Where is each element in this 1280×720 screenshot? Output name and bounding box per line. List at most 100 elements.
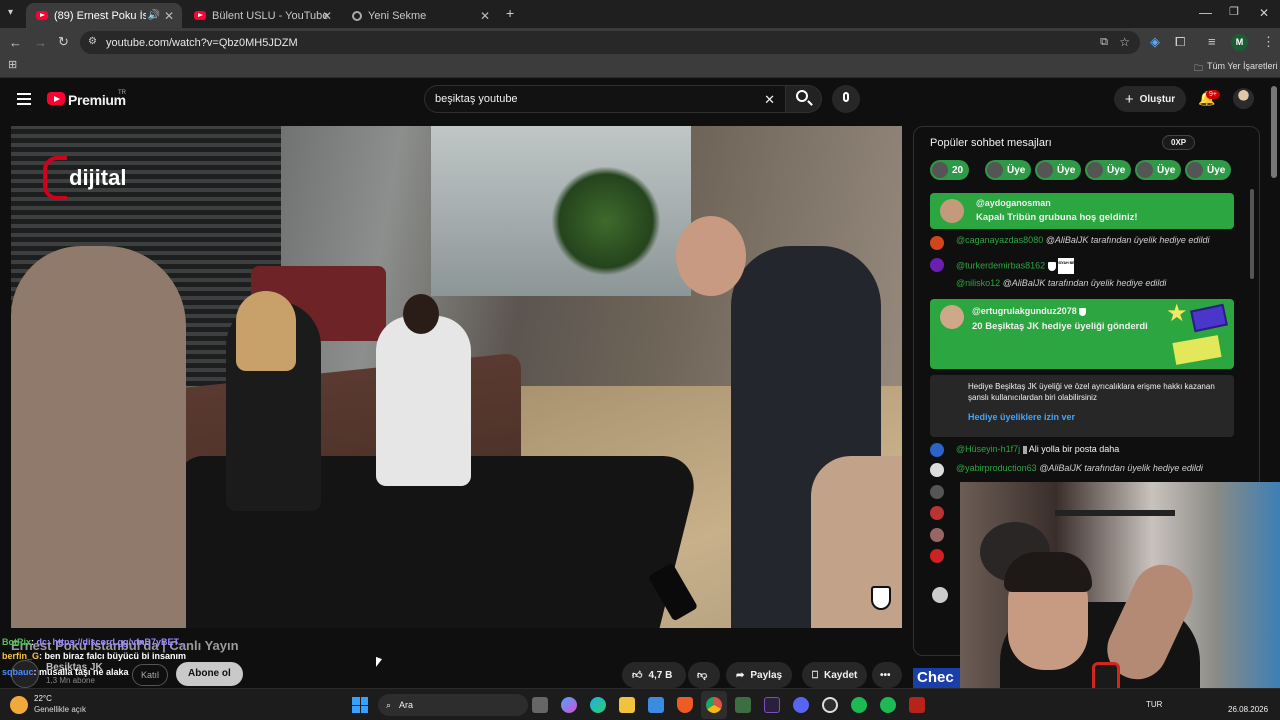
microphone-icon [843,92,849,102]
chat-chip[interactable]: Üye [985,160,1032,180]
chip-label: 20 [952,164,964,176]
close-window-icon[interactable]: ✕ [1259,7,1269,19]
close-tab-icon[interactable]: ✕ [322,9,332,23]
extensions-puzzle-icon[interactable]: ⧠ [1175,35,1185,48]
weather-temperature[interactable]: 22°C [34,694,52,703]
video-person-player [376,316,471,486]
steam-icon[interactable] [822,697,838,713]
chat-message: @yabirproduction63 @AliBalJK tarafından … [956,463,1203,473]
speaker-icon[interactable]: 🔊 [148,10,160,21]
new-tab-icon[interactable]: + [506,6,514,20]
address-bar[interactable]: ⚙ youtube.com/watch?v=Qbz0MH5JDZM ⧉ ☆ [80,31,1140,54]
app-icon-red[interactable] [909,697,925,713]
chat-user[interactable]: @nilisko12 [956,278,1000,288]
points-badge-text: 0XP [1171,138,1187,147]
close-tab-icon[interactable]: ✕ [164,9,174,23]
page-scrollbar[interactable] [1271,86,1277,178]
profile-avatar[interactable]: M [1231,34,1248,51]
app-icon-dark[interactable] [764,697,780,713]
chat-chip[interactable]: Üye [1135,160,1182,180]
language-indicator[interactable]: TUR [1146,700,1162,709]
taskbar-search[interactable]: ⌕ Ara [378,694,528,716]
install-app-icon[interactable]: ⧉ [1100,36,1108,49]
minimize-icon[interactable]: — [1199,6,1212,19]
tab-title: Bülent USLU - YouTube [212,9,329,22]
tab-new[interactable]: Yeni Sekme ✕ [342,3,498,28]
weather-icon[interactable] [10,696,28,714]
create-button[interactable]: + Oluştur [1114,86,1186,112]
chat-chip[interactable]: 20 [930,160,970,180]
share-label: Paylaş [750,669,783,681]
edge-icon[interactable] [590,697,606,713]
voice-search-button[interactable] [832,85,860,113]
gift-info-text: Hediye Beşiktaş JK üyeliği ve özel ayrıc… [968,382,1215,402]
dijital-watermark: dijital [43,156,126,200]
close-tab-icon[interactable]: ✕ [480,9,490,23]
url-text: youtube.com/watch?v=Qbz0MH5JDZM [106,36,298,49]
share-button[interactable]: ➦ Paylaş [726,662,793,688]
search-icon [796,90,808,102]
back-icon[interactable]: ← [9,36,22,49]
search-button[interactable] [786,85,822,113]
dislike-button[interactable]: 👎︎ [688,662,720,688]
reload-icon[interactable]: ↻ [58,35,69,48]
all-bookmarks[interactable]: 🗀 Tüm Yer İşaretleri [1194,61,1278,77]
profile-initial: M [1235,37,1244,47]
spotify-icon[interactable] [851,697,867,713]
chat-scrollbar[interactable] [1250,189,1254,279]
clock-date[interactable]: 26.08.2026 [1228,705,1268,714]
user-avatar [930,463,944,477]
chat-chip[interactable]: Üye [1035,160,1082,180]
copilot-icon[interactable] [561,697,577,713]
file-explorer-icon[interactable] [619,697,635,713]
welcome-user[interactable]: @aydoganosman [976,198,1051,208]
stream-overlay-chat: BotRix: dc: https://discord.gg/vfnB7yBET… [2,635,282,679]
user-avatar [930,506,944,520]
account-avatar[interactable] [1233,88,1254,109]
ad-banner[interactable]: Chec [913,668,963,688]
bookmark-star-icon[interactable]: ☆ [1119,35,1130,49]
spotify-icon-2[interactable] [880,697,896,713]
app-icon[interactable] [735,697,751,713]
task-view-icon[interactable] [532,697,548,713]
siyah-beyaz-badge: SİYAH BEYAZ [1058,258,1075,274]
chat-chip[interactable]: Üye [1185,160,1232,180]
youtube-logo-icon[interactable] [47,92,65,105]
chat-header-title[interactable]: Popüler sohbet mesajları [930,137,1052,149]
bookmarks-bar: ⊞ 🗀 Tüm Yer İşaretleri [0,56,1280,78]
browser-toolbar: ← → ↻ ⚙ youtube.com/watch?v=Qbz0MH5JDZM … [0,28,1280,56]
hamburger-menu-icon[interactable] [17,93,31,105]
chat-user[interactable]: @caganayazdas8080 [956,235,1043,245]
like-button[interactable]: 👍︎ 4,7 B [622,662,686,688]
chat-chip[interactable]: Üye [1085,160,1132,180]
restore-icon[interactable]: ❐ [1229,7,1239,18]
site-info-icon[interactable]: ⚙ [88,36,97,47]
discord-icon[interactable] [793,697,809,713]
more-actions-button[interactable]: ••• [872,662,902,688]
chat-user[interactable]: @yabirproduction63 [956,463,1037,473]
overlay-user: BotRix [2,637,31,647]
tab-bulent[interactable]: Bülent USLU - YouTube ✕ [184,3,340,28]
gift-card: @ertugrulakgunduz2078 20 Beşiktaş JK hed… [930,299,1234,369]
brave-icon[interactable] [677,697,693,713]
extension-icon[interactable]: ◈ [1150,35,1160,48]
allow-gift-link[interactable]: Hediye üyeliklere izin ver [968,412,1075,422]
save-button[interactable]: ⎕ Kaydet [802,662,868,688]
reading-list-icon[interactable]: ≡ [1208,35,1216,48]
menu-kebab-icon[interactable]: ⋮ [1262,35,1275,48]
video-player[interactable]: dijital [11,126,902,628]
forward-icon[interactable]: → [34,36,47,49]
chat-user[interactable]: @turkerdemirbas8162 [956,260,1045,270]
windows-start-icon[interactable] [352,697,368,713]
tab-search-icon[interactable]: ▾ [8,8,13,18]
search-input[interactable]: beşiktaş youtube ✕ [424,85,786,113]
apps-grid-icon[interactable]: ⊞ [8,60,17,71]
points-badge[interactable]: 0XP [1162,135,1196,150]
store-icon[interactable] [648,697,664,713]
gift-user[interactable]: @ertugrulakgunduz2078 [972,306,1087,316]
badge-icon [1022,445,1027,454]
tab-active[interactable]: (89) Ernest Poku İstanbul'da 🔊 ✕ [26,3,182,28]
clear-search-icon[interactable]: ✕ [764,92,775,108]
chat-user[interactable]: @Hüseyin-h1f7j [956,444,1020,454]
chip-label: Üye [1157,164,1176,176]
